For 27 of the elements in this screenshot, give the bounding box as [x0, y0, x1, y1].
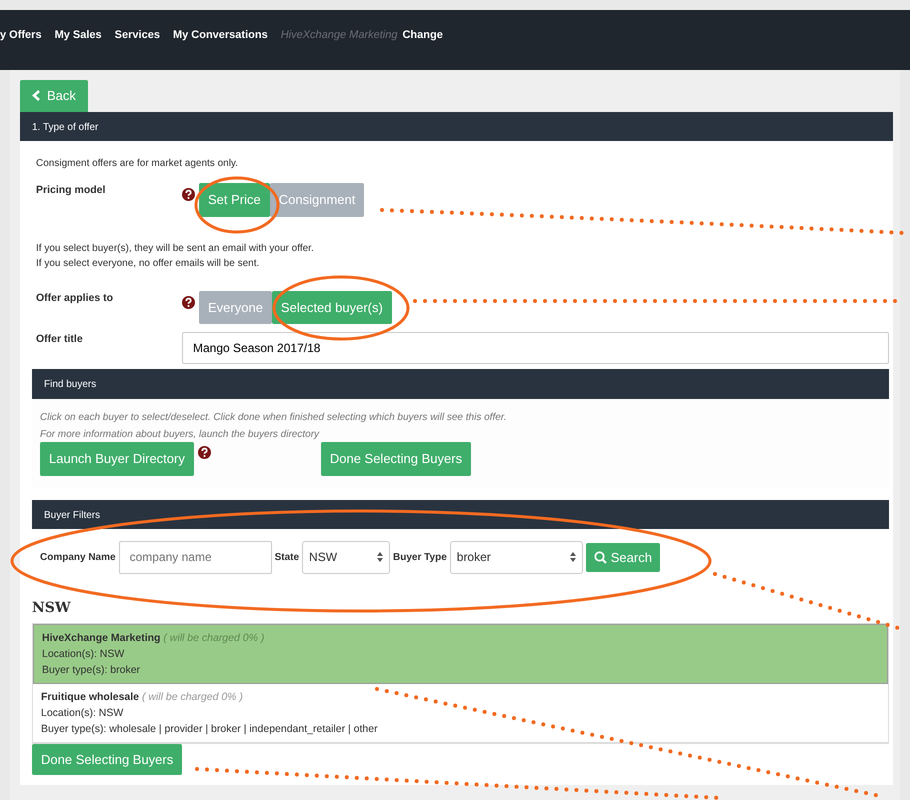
note-text: Consigment offers are for market agents only.: [36, 156, 238, 171]
change-link[interactable]: Change: [402, 27, 443, 44]
region-heading: NSW: [32, 598, 71, 618]
hint-text: Click on each buyer to select/deselect. Click done when finished selecting which buyers will see this offer.: [40, 411, 507, 426]
text-field[interactable]: company name: [118, 540, 272, 574]
section-header: Find buyers: [32, 369, 889, 400]
field-label: State: [274, 550, 300, 565]
account-name: HiveXchange Marketing: [280, 28, 398, 43]
nav-link[interactable]: y Offers: [0, 27, 42, 44]
hint-text: For more information about buyers, launch the buyers directory: [40, 428, 320, 442]
field-label: Pricing model: [36, 183, 106, 198]
field-label: Company Name: [40, 550, 116, 565]
field-label: Offer applies to: [36, 290, 114, 306]
note-text: If you select buyer(s), they will be sent an email with your offer.: [36, 242, 314, 256]
select-field[interactable]: NSW: [302, 540, 390, 574]
buyer-list-item[interactable]: HiveXchange Marketing ( will be charged 0% ) Location(s): NSW Buyer type(s): broker: [33, 624, 888, 684]
nav-link[interactable]: Services: [114, 27, 160, 44]
buyer-list-item[interactable]: Fruitique wholesale ( will be charged 0% ) Location(s): NSW Buyer type(s): wholesale | provider | broker | independant_retailer | other: [33, 684, 888, 743]
select-field[interactable]: broker: [450, 540, 583, 574]
field-label: Buyer Type: [393, 550, 447, 565]
field-label: Offer title: [36, 332, 84, 348]
nav-link[interactable]: My Sales: [54, 27, 102, 44]
note-text: If you select everyone, no offer emails will be sent.: [36, 256, 260, 271]
text-field[interactable]: Mango Season 2017/18: [182, 332, 889, 364]
section-header: Buyer Filters: [32, 500, 889, 529]
nav-link[interactable]: My Conversations: [172, 27, 268, 44]
section-header: 1. Type of offer: [20, 112, 893, 141]
